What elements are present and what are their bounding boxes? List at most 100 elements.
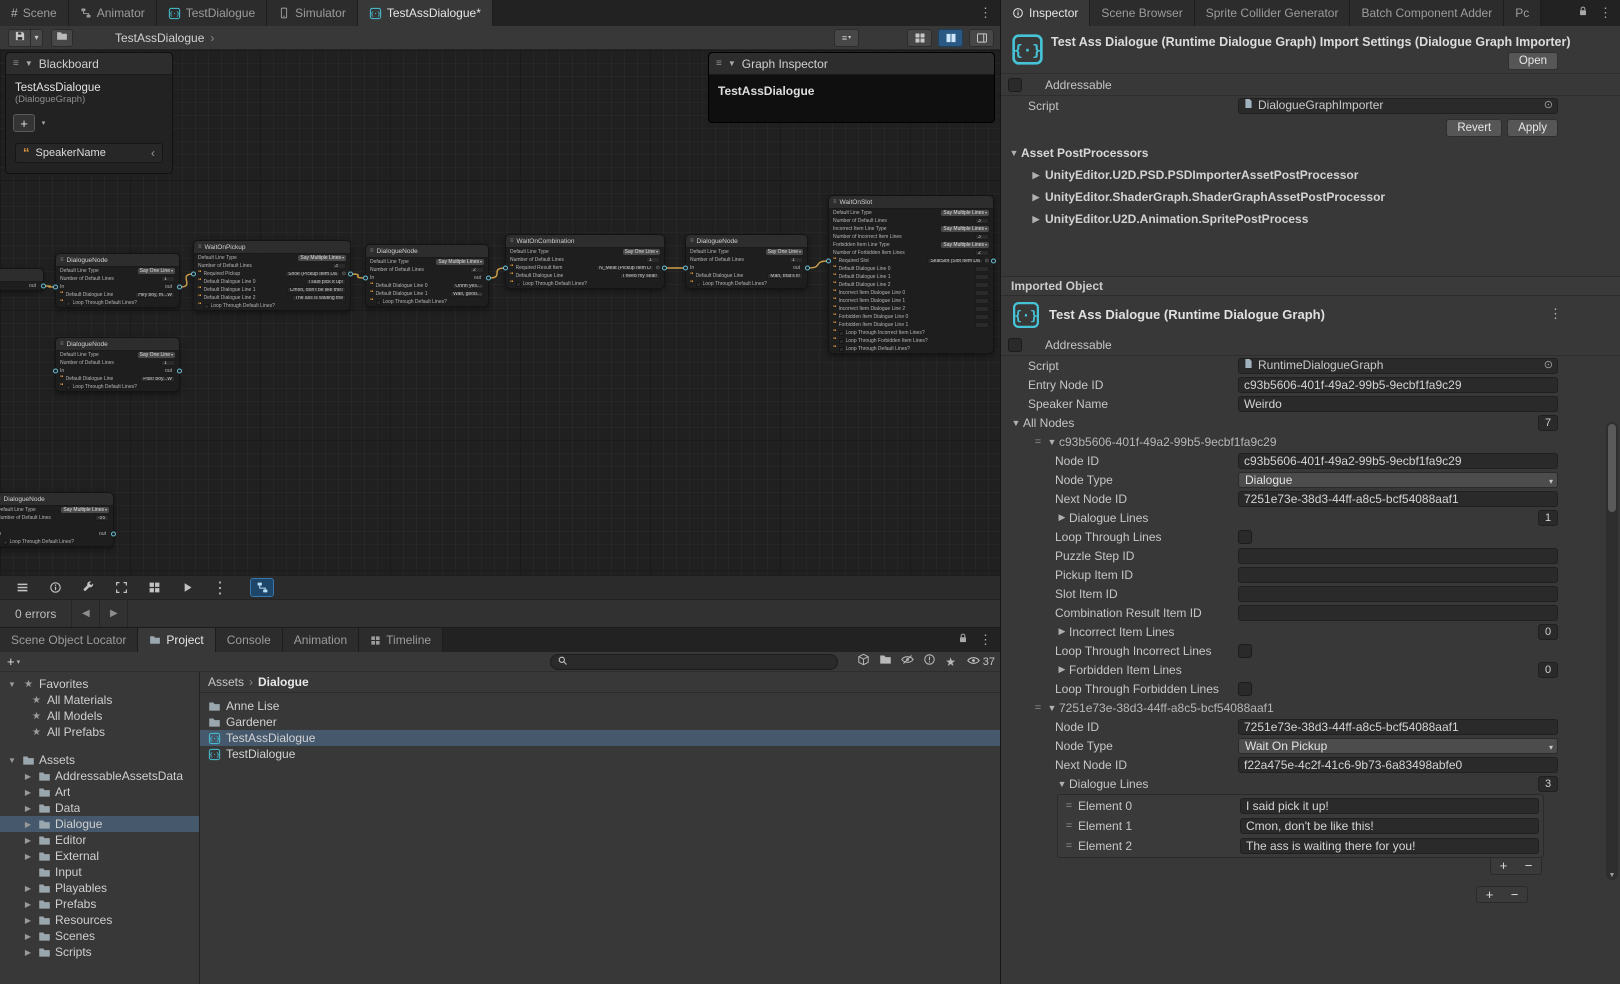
line-text-field[interactable] xyxy=(975,306,989,312)
blackboard-property[interactable]: “ SpeakerName ‹ xyxy=(15,143,163,163)
file-testdialogue[interactable]: {·}TestDialogue xyxy=(200,746,1000,762)
text-field[interactable] xyxy=(1238,586,1558,602)
tree-folder-scenes[interactable]: ▶Scenes xyxy=(0,928,199,944)
tab-timeline[interactable]: Timeline xyxy=(359,628,443,652)
int-field[interactable]: 3 xyxy=(332,263,346,269)
graph-inspector-header[interactable]: ≡ ▼ Graph Inspector xyxy=(709,53,994,75)
enum-dropdown[interactable]: Say Multiple Lines▾ xyxy=(298,255,346,261)
line-text-field[interactable]: Piss! boy...W xyxy=(140,376,175,382)
object-picker-icon[interactable]: ⊙ xyxy=(1544,98,1553,113)
frame-icon[interactable] xyxy=(109,578,133,597)
graph-node-waitoncombination[interactable]: ≡WaitOnCombinationDefault Line TypeSay O… xyxy=(505,234,665,289)
checkbox[interactable] xyxy=(696,282,701,287)
foldout-closed-icon[interactable]: ▶ xyxy=(22,900,34,909)
tab-sprite-collider-generator[interactable]: Sprite Collider Generator xyxy=(1195,0,1351,26)
output-port-icon[interactable] xyxy=(177,285,182,290)
graph-toggle-icon[interactable] xyxy=(250,578,274,597)
drag-handle-icon[interactable]: = xyxy=(1031,702,1045,714)
scrollbar-thumb[interactable] xyxy=(1608,424,1616,512)
int-field[interactable]: 1 xyxy=(789,257,803,263)
foldout-open-icon[interactable]: ▼ xyxy=(728,59,736,68)
create-asset-button[interactable]: + ▾ xyxy=(7,654,20,669)
split-view-button[interactable] xyxy=(938,29,963,47)
lock-icon[interactable] xyxy=(957,631,969,649)
foldout-closed-icon[interactable]: ▶ xyxy=(22,772,34,781)
context-menu-icon[interactable]: ⋮ xyxy=(1549,306,1562,322)
tab-animator[interactable]: Animator xyxy=(69,0,157,26)
line-text-field[interactable]: Ohhh yes... xyxy=(452,283,484,289)
enum-dropdown[interactable]: Say Multiple Lines▾ xyxy=(941,210,989,216)
graph-node-dialoguenode[interactable]: ≡DialogueNodeDefault Line TypeSay Multip… xyxy=(365,244,489,307)
object-field[interactable]: N_Meat (Pickup Item D xyxy=(596,265,654,271)
node-group-header[interactable]: =▼c93b5606-401f-49a2-99b5-9ecbf1fa9c29 xyxy=(1001,432,1620,451)
checkbox[interactable] xyxy=(376,300,381,305)
scroll-down-icon[interactable]: ▼ xyxy=(1606,872,1618,879)
breadcrumb-current[interactable]: Dialogue xyxy=(258,675,309,689)
checkbox[interactable] xyxy=(204,304,209,309)
tools-icon[interactable] xyxy=(76,578,100,597)
addressable-checkbox[interactable] xyxy=(1008,78,1022,92)
line-text-field[interactable]: I need my seat! xyxy=(620,273,660,279)
graph-node-dialoguenode[interactable]: ≡DialogueNodeDefault Line TypeSay One Li… xyxy=(55,253,180,308)
foldout-closed-icon[interactable]: ▶ xyxy=(22,916,34,925)
tree-folder-playables[interactable]: ▶Playables xyxy=(0,880,199,896)
foldout-closed-icon[interactable]: ▶ xyxy=(22,884,34,893)
output-port-icon[interactable] xyxy=(348,272,353,277)
foldout-open-icon[interactable]: ▼ xyxy=(6,756,18,765)
apply-button[interactable]: Apply xyxy=(1507,119,1558,137)
line-text-field[interactable]: The ass is waiting the xyxy=(292,295,346,301)
foldout-closed-icon[interactable]: ▶ xyxy=(22,804,34,813)
object-picker-icon[interactable]: ⊙ xyxy=(656,265,660,271)
output-port-icon[interactable] xyxy=(991,259,996,264)
int-field[interactable]: 2 xyxy=(975,250,989,256)
text-field[interactable]: f22a475e-4c2f-41c6-9b73-6a83498abfe0 xyxy=(1238,757,1558,773)
drag-handle-icon[interactable]: = xyxy=(1062,840,1076,852)
output-port-icon[interactable] xyxy=(111,532,116,537)
checkbox[interactable] xyxy=(3,540,8,545)
tree-folder-data[interactable]: ▶Data xyxy=(0,800,199,816)
input-port-icon[interactable] xyxy=(503,266,508,271)
checkbox[interactable] xyxy=(839,339,844,344)
tab-console[interactable]: Console xyxy=(216,628,283,652)
line-text-field[interactable] xyxy=(975,290,989,296)
fold-row-incorrect-item-lines[interactable]: ▶Incorrect Item Lines0 xyxy=(1001,622,1620,641)
line-text-field[interactable] xyxy=(975,322,989,328)
array-size-field[interactable]: 1 xyxy=(1538,510,1558,526)
enum-dropdown[interactable]: Say Multiple Lines▾ xyxy=(941,226,989,232)
breadcrumb-root[interactable]: Assets xyxy=(208,675,244,689)
enum-dropdown[interactable]: Say One Line▾ xyxy=(766,249,803,255)
text-field[interactable]: 7251e73e-38d3-44ff-a8c5-bcf54088aaf1 xyxy=(1238,719,1558,735)
line-text-field[interactable]: Hey boy, m...W xyxy=(135,292,175,298)
graph-node-dialoguenode[interactable]: ≡DialogueNodeDefault Line TypeSay Multip… xyxy=(0,492,114,547)
tree-assets-root[interactable]: ▼Assets xyxy=(0,752,199,768)
object-picker-icon[interactable]: ⊙ xyxy=(342,271,346,277)
open-button[interactable]: Open xyxy=(1508,52,1558,70)
drag-handle-icon[interactable]: = xyxy=(1031,436,1045,448)
add-element-button[interactable]: + xyxy=(1491,858,1516,874)
pane-menu-icon[interactable]: ⋮ xyxy=(979,5,992,21)
add-node-button[interactable]: + xyxy=(1477,887,1502,902)
tree-folder-prefabs[interactable]: ▶Prefabs xyxy=(0,896,199,912)
object-picker-icon[interactable]: ⊙ xyxy=(1544,358,1553,373)
foldout-closed-icon[interactable]: ▶ xyxy=(22,948,34,957)
line-text-field[interactable] xyxy=(975,266,989,272)
output-port-icon[interactable] xyxy=(805,266,810,271)
tab-simulator[interactable]: Simulator xyxy=(267,0,358,26)
graph-inspector-panel[interactable]: ≡ ▼ Graph Inspector TestAssDialogue xyxy=(708,52,995,123)
tree-item-all-materials[interactable]: ★All Materials xyxy=(0,692,199,708)
input-port-icon[interactable] xyxy=(826,259,831,264)
tree-folder-scripts[interactable]: ▶Scripts xyxy=(0,944,199,960)
foldout-closed-icon[interactable]: ▶ xyxy=(22,852,34,861)
input-port-icon[interactable] xyxy=(53,285,58,290)
all-nodes-count-field[interactable]: 7 xyxy=(1538,415,1558,431)
play-icon[interactable] xyxy=(175,578,199,597)
add-property-button[interactable]: + xyxy=(13,114,35,132)
checkbox[interactable] xyxy=(1238,644,1252,658)
input-port-icon[interactable] xyxy=(363,276,368,281)
console-icon[interactable] xyxy=(10,578,34,597)
postprocessor-row[interactable]: ▶UnityEditor.U2D.Animation.SpritePostPro… xyxy=(1001,208,1620,230)
tab-animation[interactable]: Animation xyxy=(283,628,359,652)
file-anne-lise[interactable]: Anne Lise xyxy=(200,698,1000,714)
open-asset-button[interactable] xyxy=(51,29,73,47)
dropdown-field[interactable]: Wait On Pickup▾ xyxy=(1238,738,1558,754)
